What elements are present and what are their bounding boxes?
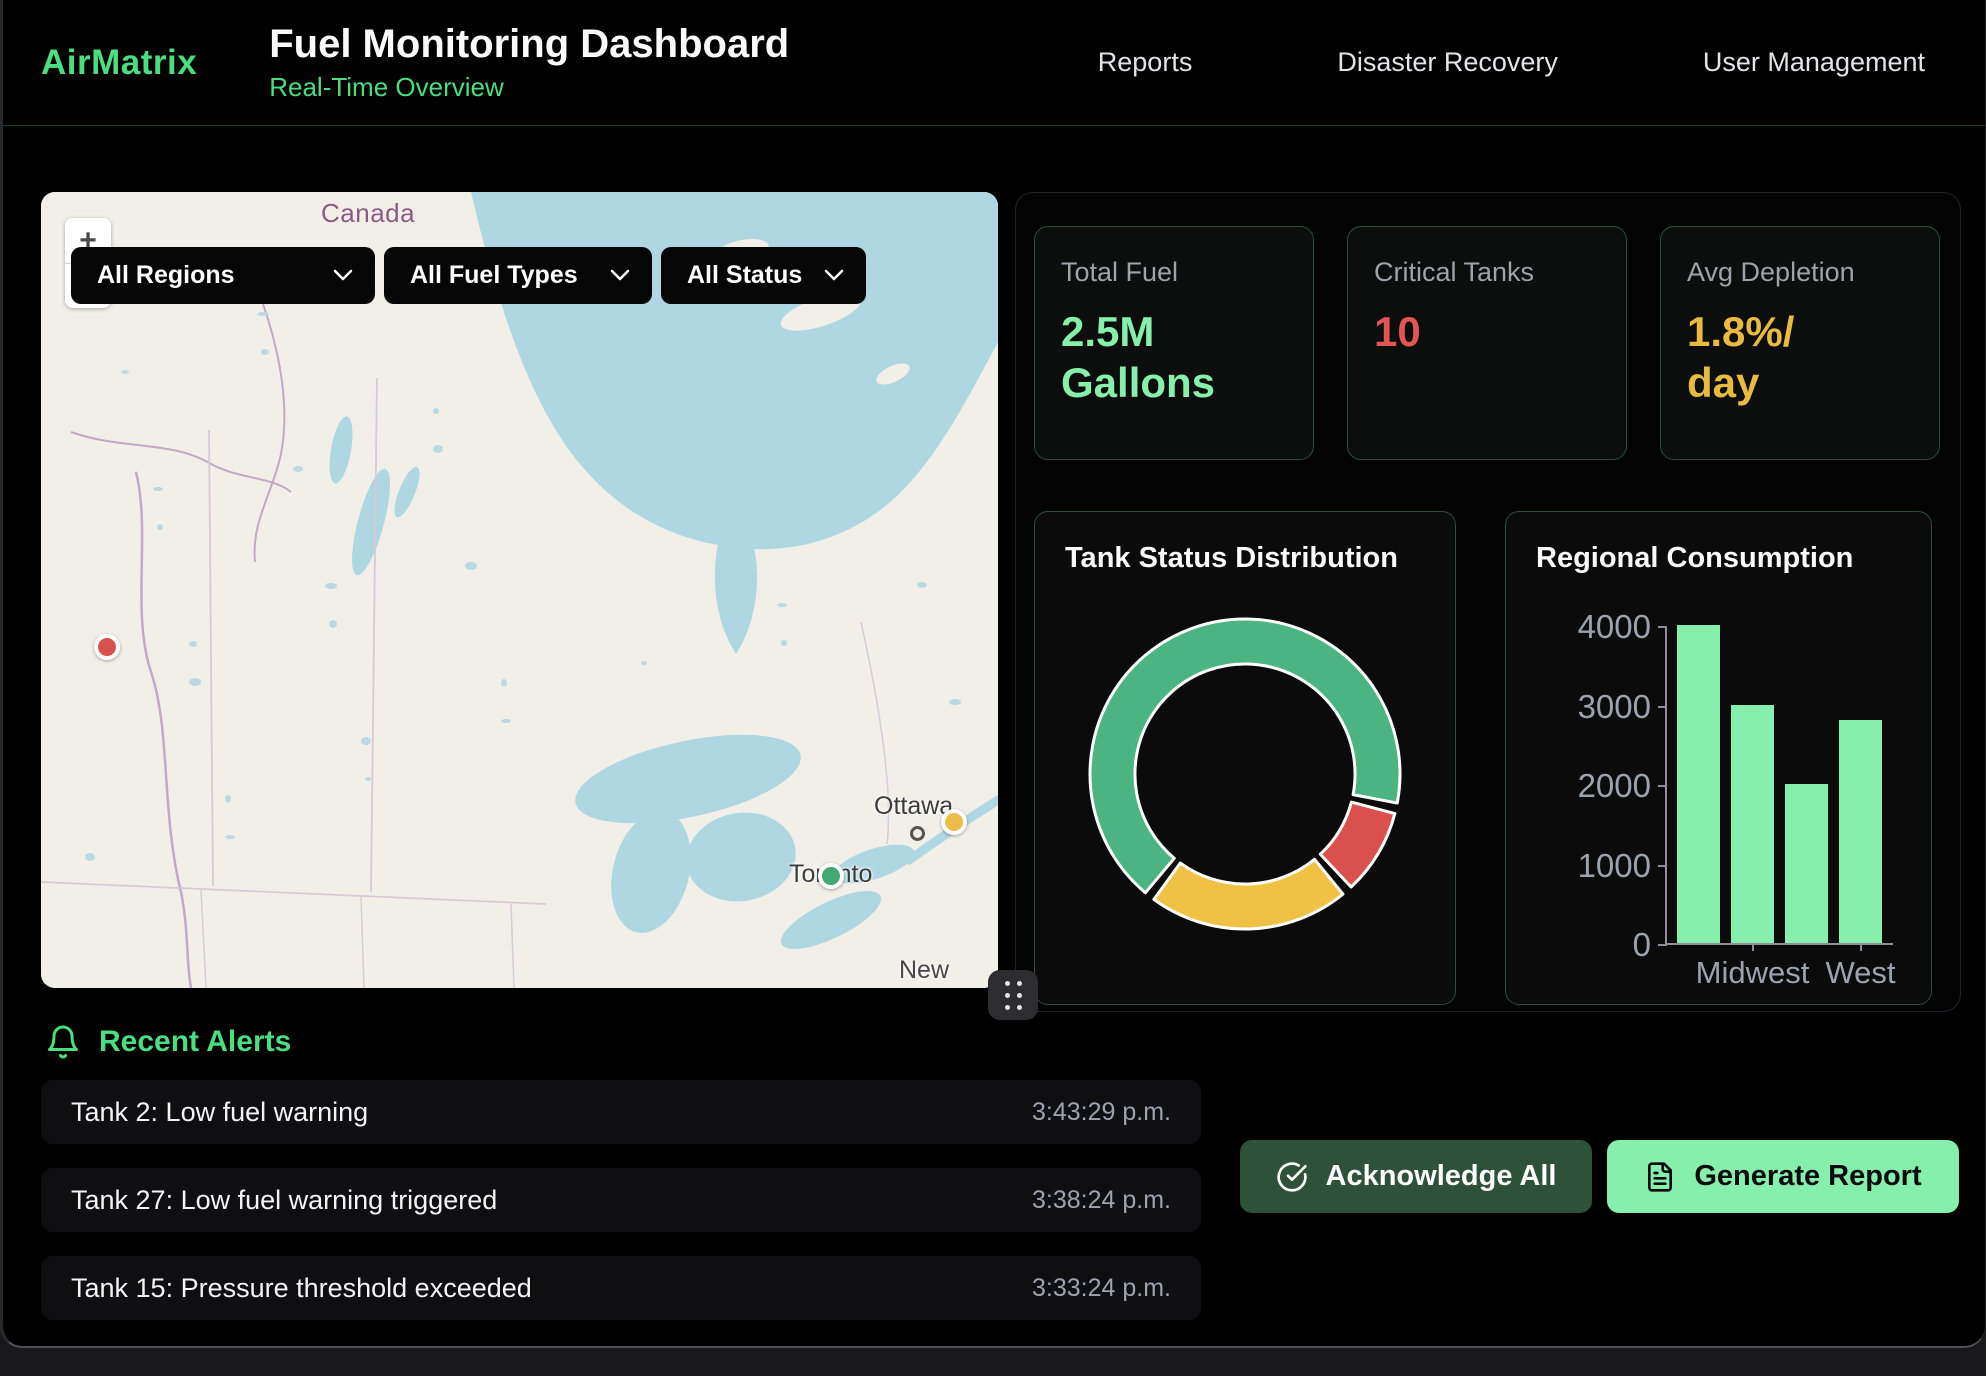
page-subtitle: Real-Time Overview	[269, 72, 789, 103]
alert-row[interactable]: Tank 15: Pressure threshold exceeded 3:3…	[41, 1256, 1201, 1320]
x-axis-tick	[1860, 943, 1862, 951]
map-marker-normal[interactable]	[818, 863, 844, 889]
title-block: Fuel Monitoring Dashboard Real-Time Over…	[269, 22, 789, 103]
city-dot-icon	[910, 826, 925, 841]
fuel-map[interactable]: Canada + − All Regions All Fuel Types Al…	[41, 192, 998, 988]
alert-message: Tank 2: Low fuel warning	[71, 1097, 368, 1128]
tank-status-card: Tank Status Distribution	[1034, 511, 1456, 1005]
x-axis-tick	[1752, 943, 1754, 951]
map-label-new-york: New York	[899, 956, 998, 988]
donut-segment-warning[interactable]	[1154, 859, 1343, 929]
stat-card-avg-depletion: Avg Depletion 1.8%/day	[1660, 226, 1940, 460]
app-frame: AirMatrix Fuel Monitoring Dashboard Real…	[0, 0, 1986, 1348]
chevron-down-icon	[333, 269, 353, 282]
stat-value: 10	[1374, 306, 1600, 357]
alert-time: 3:38:24 p.m.	[1032, 1186, 1171, 1215]
consumption-bar[interactable]	[1785, 784, 1828, 943]
status-filter-value: All Status	[687, 261, 802, 290]
y-axis-tick-label: 3000	[1578, 688, 1651, 726]
generate-report-label: Generate Report	[1694, 1160, 1921, 1193]
file-text-icon	[1644, 1161, 1676, 1193]
chart-title: Regional Consumption	[1536, 542, 1931, 575]
recent-alerts-title: Recent Alerts	[99, 1025, 291, 1059]
y-axis-tick	[1658, 706, 1667, 708]
y-axis-tick	[1658, 865, 1667, 867]
alert-row[interactable]: Tank 2: Low fuel warning 3:43:29 p.m.	[41, 1080, 1201, 1144]
map-marker-critical[interactable]	[94, 634, 120, 660]
regional-consumption-card: Regional Consumption 01000200030004000Mi…	[1505, 511, 1932, 1005]
fuel-type-filter-select[interactable]: All Fuel Types	[384, 247, 652, 304]
stat-label: Total Fuel	[1061, 257, 1287, 288]
header: AirMatrix Fuel Monitoring Dashboard Real…	[3, 0, 1985, 126]
app-logo: AirMatrix	[41, 43, 197, 83]
donut-segment-critical[interactable]	[1320, 802, 1395, 887]
y-axis-tick	[1658, 626, 1667, 628]
nav-user-management[interactable]: User Management	[1703, 47, 1925, 78]
check-circle-icon	[1276, 1161, 1308, 1193]
stat-label: Avg Depletion	[1687, 257, 1913, 288]
alert-time: 3:43:29 p.m.	[1032, 1098, 1171, 1127]
consumption-bar[interactable]	[1839, 720, 1882, 943]
x-axis-tick-label: Midwest	[1696, 955, 1810, 991]
nav-reports[interactable]: Reports	[1098, 47, 1193, 78]
alert-row[interactable]: Tank 27: Low fuel warning triggered 3:38…	[41, 1168, 1201, 1232]
drag-handle-icon[interactable]	[988, 970, 1038, 1020]
y-axis-tick-label: 0	[1633, 926, 1651, 964]
donut-chart	[1035, 609, 1455, 939]
donut-svg	[1080, 609, 1410, 939]
y-axis-tick-label: 4000	[1578, 608, 1651, 646]
status-filter-select[interactable]: All Status	[661, 247, 866, 304]
main-nav: Reports Disaster Recovery User Managemen…	[1098, 47, 1925, 78]
dashboard-root: AirMatrix Fuel Monitoring Dashboard Real…	[0, 0, 1986, 1376]
chevron-down-icon	[610, 269, 630, 282]
map-label-canada: Canada	[321, 198, 415, 229]
map-marker-warning[interactable]	[941, 809, 967, 835]
stat-value: 1.8%/day	[1687, 306, 1913, 408]
overview-panel: Total Fuel 2.5MGallons Critical Tanks 10…	[1015, 192, 1961, 1012]
y-axis-tick	[1658, 785, 1667, 787]
chart-title: Tank Status Distribution	[1065, 542, 1455, 575]
stats-row: Total Fuel 2.5MGallons Critical Tanks 10…	[1034, 226, 1940, 460]
stat-label: Critical Tanks	[1374, 257, 1600, 288]
alert-message: Tank 27: Low fuel warning triggered	[71, 1185, 497, 1216]
stat-card-total-fuel: Total Fuel 2.5MGallons	[1034, 226, 1314, 460]
y-axis-tick	[1658, 944, 1667, 946]
charts-row: Tank Status Distribution Regional Consum…	[1034, 511, 1932, 1005]
y-axis-tick-label: 1000	[1578, 847, 1651, 885]
chevron-down-icon	[824, 269, 844, 282]
stat-card-critical-tanks: Critical Tanks 10	[1347, 226, 1627, 460]
bar-chart: 01000200030004000MidwestWest	[1665, 627, 1893, 945]
acknowledge-all-label: Acknowledge All	[1326, 1160, 1557, 1193]
region-filter-value: All Regions	[97, 261, 235, 290]
consumption-bar[interactable]	[1677, 625, 1720, 943]
consumption-bar[interactable]	[1731, 705, 1774, 944]
recent-alerts-header: Recent Alerts	[45, 1024, 291, 1060]
alert-time: 3:33:24 p.m.	[1032, 1274, 1171, 1303]
page-title: Fuel Monitoring Dashboard	[269, 22, 789, 66]
nav-disaster-recovery[interactable]: Disaster Recovery	[1337, 47, 1558, 78]
bell-icon	[45, 1024, 81, 1060]
map-filters: All Regions All Fuel Types All Status	[71, 247, 866, 304]
region-filter-select[interactable]: All Regions	[71, 247, 375, 304]
alert-message: Tank 15: Pressure threshold exceeded	[71, 1273, 532, 1304]
generate-report-button[interactable]: Generate Report	[1607, 1140, 1959, 1213]
stat-value: 2.5MGallons	[1061, 306, 1287, 408]
y-axis-tick-label: 2000	[1578, 767, 1651, 805]
acknowledge-all-button[interactable]: Acknowledge All	[1240, 1140, 1592, 1213]
fuel-type-filter-value: All Fuel Types	[410, 261, 578, 290]
x-axis-tick-label: West	[1825, 955, 1895, 991]
